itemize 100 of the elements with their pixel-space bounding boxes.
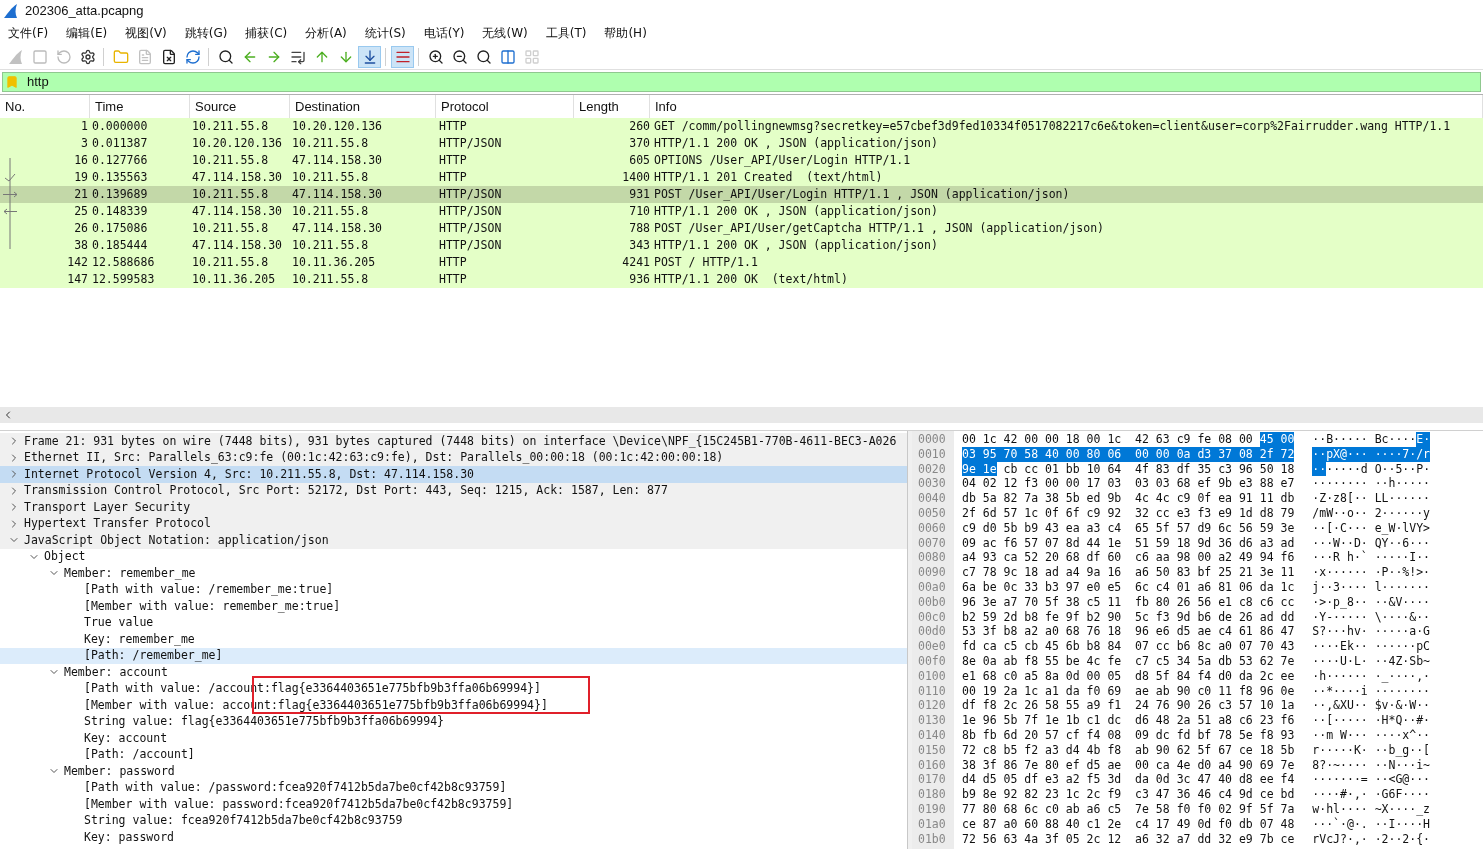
- hex-bytes[interactable]: 8e 0a ab f8 55 be 4c fe c7 c5 34 5a db 53 62 7e: [962, 653, 1295, 669]
- hex-bytes[interactable]: 96 3e a7 70 5f 38 c5 11 fb 80 26 56 e1 c8 c6 cc: [962, 594, 1295, 610]
- hex-bytes[interactable]: 6a be 0c 33 b3 97 e0 e5 6c c4 01 a6 81 06 da 1c: [962, 579, 1295, 595]
- hex-bytes[interactable]: 38 3f 86 7e 80 ef d5 ae 00 ca 4e d0 a4 90 69 7e: [962, 757, 1295, 773]
- shark-fin-icon: [3, 3, 19, 19]
- hex-bytes[interactable]: 03 95 70 58 40 00 80 06 00 00 0a d3 37 08 2f 72: [962, 446, 1295, 462]
- packet-row[interactable]: 26 0.175086 10.211.55.8 47.114.158.30 HTTP/JSON 788 POST /User_API/User/getCaptcha HTTP/1.1 , JSON (application/json): [0, 220, 1483, 237]
- menu-item[interactable]: 跳转(G): [180, 24, 232, 42]
- menu-item[interactable]: 帮助(H): [600, 24, 651, 42]
- hex-bytes[interactable]: e1 68 c0 a5 8a 0d 00 05 d8 5f 84 f4 d0 da 2c ee: [962, 668, 1295, 684]
- table-cell-text: OPTIONS /User_API/User/Login HTTP/1.1: [654, 151, 912, 169]
- hex-bytes[interactable]: a4 93 ca 52 20 68 df 60 c6 aa 98 00 a2 49 94 f6: [962, 550, 1295, 566]
- table-cell-text: 47.114.158.30: [191, 168, 283, 186]
- ascii-bytes[interactable]: ··*····i ········: [1312, 683, 1431, 699]
- hex-bytes[interactable]: 45 00: [1259, 432, 1295, 447]
- byte-offset: 0040: [918, 491, 947, 506]
- hex-bytes[interactable]: 00 1c 42 00 00 18 00 1c 42 63 c9 fe 08 00: [962, 432, 1260, 447]
- ascii-bytes[interactable]: ··pX@··· ····7·/r: [1312, 446, 1431, 462]
- menu-item[interactable]: 编辑(E): [62, 24, 112, 42]
- packet-row[interactable]: 1 0.000000 10.211.55.8 10.20.120.136 HTTP 260 GET /comm/pollingnewmsg?secretkey=e57cbef3d9fed10334f0517082217c6e&token=client&user=corp%2Fairrudder.wang HTTP/1.1: [0, 118, 1483, 135]
- menu-item[interactable]: 工具(T): [541, 24, 591, 42]
- menu-item[interactable]: 统计(S): [360, 24, 410, 42]
- ascii-bytes[interactable]: rVcJ?·,· ·2··2·{·: [1312, 831, 1431, 847]
- ascii-bytes[interactable]: ····#·,· ·G6F····: [1312, 787, 1431, 802]
- table-cell-text: POST / HTTP/1.1: [654, 253, 759, 271]
- ascii-bytes[interactable]: r·····K· ··b_g··[: [1312, 742, 1431, 758]
- menu-item[interactable]: 视图(V): [121, 24, 171, 42]
- packet-row[interactable]: 19 0.135563 47.114.158.30 10.211.55.8 HTTP 1400 HTTP/1.1 201 Created (text/html): [0, 169, 1483, 186]
- ascii-bytes[interactable]: ·Y-····· \····&··: [1312, 609, 1431, 625]
- ascii-bytes[interactable]: ··[····· ·H*Q··#·: [1312, 713, 1431, 728]
- hex-bytes[interactable]: c9 d0 5b b9 43 ea a3 c4 65 5f 57 d9 6c 56 59 3e: [962, 520, 1295, 536]
- ascii-bytes[interactable]: ···W··D· QY··6···: [1312, 535, 1431, 551]
- hex-bytes[interactable]: 1e 96 5b 7f 1e 1b c1 dc d6 48 2a 51 a8 c6 23 f6: [962, 713, 1295, 728]
- table-cell-text: 10.211.55.8: [291, 202, 370, 220]
- menu-item[interactable]: 无线(W): [478, 24, 532, 42]
- hex-bytes[interactable]: 04 02 12 f3 00 00 17 03 03 03 68 ef 9b e3 88 e7: [962, 476, 1295, 492]
- ascii-bytes[interactable]: /mW··o·· 2······y: [1312, 506, 1431, 521]
- hex-bytes[interactable]: df f8 2c 26 58 55 a9 f1 24 76 90 26 c3 57 10 1a: [962, 698, 1295, 714]
- ascii-bytes[interactable]: ·>·p_8·· ··&V····: [1312, 594, 1431, 610]
- byte-offset: 0110: [918, 683, 947, 699]
- ascii-bytes[interactable]: ····Ek·· ······pC: [1312, 639, 1431, 654]
- ascii-bytes[interactable]: ·····d O··5··P·: [1326, 461, 1431, 477]
- ascii-bytes[interactable]: ···`·@·. ··I····H: [1312, 816, 1431, 832]
- hex-bytes[interactable]: 2f 6d 57 1c 0f 6f c9 92 32 cc e3 f3 e9 1d d8 79: [962, 506, 1295, 521]
- ascii-bytes[interactable]: 8?·~···· ··N···i~: [1312, 757, 1431, 773]
- menu-item[interactable]: 分析(A): [301, 24, 351, 42]
- hex-bytes[interactable]: 09 ac f6 57 07 8d 44 1e 51 59 18 9d 36 d6 a3 ad: [962, 535, 1295, 551]
- horizontal-scrollbar[interactable]: [0, 407, 1483, 423]
- menu-item[interactable]: 文件(F): [4, 24, 53, 42]
- hex-bytes[interactable]: 72 c8 b5 f2 a3 d4 4b f8 ab 90 62 5f 67 ce 18 5b: [962, 742, 1295, 758]
- table-cell-text: 10.211.55.8: [291, 270, 370, 288]
- tree-row[interactable]: JavaScript Object Notation: application/json: [0, 532, 907, 549]
- packet-row[interactable]: 21 0.139689 10.211.55.8 47.114.158.30 HTTP/JSON 931 POST /User_API/User/Login HTTP/1.1 , JSON (application/json): [0, 186, 1483, 203]
- ascii-bytes[interactable]: ····U·L· ··4Z·Sb~: [1312, 653, 1431, 669]
- hex-bytes[interactable]: d4 d5 05 df e3 a2 f5 3d da 0d 3c 47 40 d8 ee f4: [962, 772, 1295, 788]
- packet-row[interactable]: 25 0.148339 47.114.158.30 10.211.55.8 HTTP/JSON 710 HTTP/1.1 200 OK , JSON (application/json): [0, 203, 1483, 220]
- packet-row[interactable]: 16 0.127766 10.211.55.8 47.114.158.30 HTTP 605 OPTIONS /User_API/User/Login HTTP/1.1: [0, 152, 1483, 169]
- ascii-bytes[interactable]: ·h······ ·_····,·: [1312, 668, 1431, 684]
- ascii-bytes[interactable]: S?···hv· ·····a·G: [1312, 624, 1431, 640]
- packet-row[interactable]: 3 0.011387 10.20.120.136 10.211.55.8 HTTP/JSON 370 HTTP/1.1 200 OK , JSON (application/json): [0, 135, 1483, 152]
- ascii-bytes[interactable]: E·: [1416, 432, 1431, 447]
- hex-bytes[interactable]: db 5a 82 7a 38 5b ed 9b 4c 4c c9 0f ea 91 11 db: [962, 491, 1295, 506]
- hex-bytes[interactable]: 8b fb 6d 20 57 cf f4 08 09 dc fd bf 78 5e f8 93: [962, 727, 1295, 743]
- hex-bytes[interactable]: 72 56 63 4a 3f 05 2c 12 a6 32 a7 dd 32 e9 7b ce: [962, 831, 1295, 847]
- hex-bytes[interactable]: c7 78 9c 18 ad a4 9a 16 a6 50 83 bf 25 21 3e 11: [962, 565, 1295, 580]
- byte-offset: 01a0: [918, 816, 947, 832]
- hex-bytes[interactable]: 00 19 2a 1c a1 da f0 69 ae ab 90 c0 11 f8 96 0e: [962, 683, 1295, 699]
- ascii-bytes[interactable]: ··m W··· ····x^··: [1312, 727, 1431, 743]
- tree-row[interactable]: Internet Protocol Version 4, Src: 10.211.55.8, Dst: 47.114.158.30: [0, 466, 907, 483]
- packet-row[interactable]: 147 12.599583 10.11.36.205 10.211.55.8 HTTP 936 HTTP/1.1 200 OK (text/html): [0, 271, 1483, 288]
- hex-bytes[interactable]: cb cc 01 bb 10 64 4f 83 df 35 c3 96 50 18: [996, 461, 1295, 477]
- ascii-bytes[interactable]: ···R h·` ·····I··: [1312, 550, 1431, 566]
- table-cell-text: 38: [74, 236, 88, 254]
- tree-row[interactable]: Frame 21: 931 bytes on wire (7448 bits), 931 bytes captured (7448 bits) on interface \Device\NPF_{15C245B1-770B-4611-BEC3-A026: [0, 433, 907, 450]
- ascii-bytes[interactable]: ········ ··h·····: [1312, 476, 1431, 492]
- hex-bytes[interactable]: 77 80 68 6c c0 ab a6 c5 7e 58 f0 f0 02 9f 5f 7a: [962, 801, 1295, 817]
- menu-item[interactable]: 电话(Y): [419, 24, 469, 42]
- packet-row[interactable]: 142 12.588686 10.211.55.8 10.11.36.205 HTTP 4241 POST / HTTP/1.1: [0, 254, 1483, 271]
- packet-row[interactable]: 38 0.185444 47.114.158.30 10.211.55.8 HTTP/JSON 343 HTTP/1.1 200 OK , JSON (application/json): [0, 237, 1483, 254]
- ascii-bytes[interactable]: ·Z·z8[·· LL······: [1312, 491, 1431, 506]
- ascii-bytes[interactable]: w·hl···· ~X····_z: [1312, 801, 1431, 817]
- ascii-bytes[interactable]: ·······= ··<G@···: [1312, 772, 1431, 788]
- ascii-bytes[interactable]: ··,&XU·· $v·&·W··: [1312, 698, 1431, 714]
- table-cell-text: 0.135563: [91, 168, 149, 186]
- display-filter-field[interactable]: http: [2, 72, 1481, 92]
- toolbar-button[interactable]: [391, 45, 414, 68]
- table-cell-text: 47.114.158.30: [191, 202, 283, 220]
- table-cell-text: 47.114.158.30: [291, 151, 383, 169]
- bookmark-icon[interactable]: [5, 75, 19, 89]
- hex-bytes[interactable]: b9 8e 92 82 23 1c 2c f9 c3 47 36 46 c4 9d ce bd: [962, 787, 1295, 802]
- hex-bytes[interactable]: b2 59 2d b8 fe 9f b2 90 5c f3 9d b6 de 26 ad dd: [962, 609, 1295, 625]
- ascii-bytes[interactable]: ··[·C··· e_W·lVY>: [1312, 520, 1431, 536]
- hex-bytes[interactable]: ce 87 a0 60 88 40 c1 2e c4 17 49 0d f0 db 07 48: [962, 816, 1295, 832]
- menu-item[interactable]: 捕获(C): [241, 24, 292, 42]
- ascii-bytes[interactable]: ·x······ ·P··%!>·: [1312, 565, 1431, 580]
- hex-bytes[interactable]: 53 3f b8 a2 a0 68 76 18 96 e6 d5 ae c4 61 86 47: [962, 624, 1295, 640]
- hex-bytes[interactable]: fd ca c5 cb 45 6b b8 84 07 cc b6 8c a0 07 70 43: [962, 639, 1295, 654]
- ascii-bytes[interactable]: ··B····· Bc····: [1312, 432, 1417, 447]
- ascii-bytes[interactable]: j··3···· l·······: [1312, 579, 1431, 595]
- tree-row[interactable]: Transport Layer Security: [0, 499, 907, 516]
